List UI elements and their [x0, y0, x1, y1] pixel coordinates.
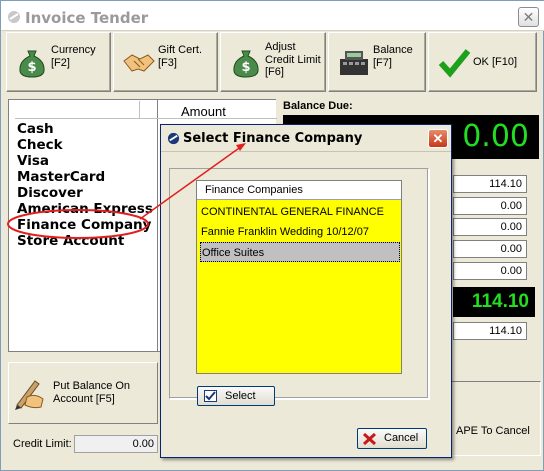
checkmark-icon [204, 390, 217, 402]
select-finance-company-dialog: Select Finance Company ✕ Finance Compani… [160, 124, 452, 458]
app-icon [8, 11, 20, 23]
finance-companies-header: Finance Companies [197, 181, 401, 200]
cancel-button[interactable]: Cancel [357, 428, 427, 449]
currency-button[interactable]: $ Currency [F2] [6, 32, 111, 92]
credit-limit-value: 0.00 [74, 435, 158, 453]
subtotal-amount: 114.10 [453, 322, 527, 340]
svg-text:$: $ [241, 60, 250, 75]
tender-amount: 0.00 [453, 240, 527, 258]
list-item[interactable]: Discover [17, 185, 83, 201]
list-item[interactable]: Finance Company [17, 217, 151, 233]
tender-amount: 0.00 [453, 197, 527, 215]
adjust-credit-limit-label: Adjust Credit Limit [F6] [265, 41, 321, 78]
handshake-icon [123, 54, 155, 72]
balance-due-value: 0.00 [451, 117, 535, 157]
list-item[interactable]: Check [17, 137, 63, 153]
dialog-title-bar: Select Finance Company ✕ [161, 125, 451, 152]
title-bar: Invoice Tender ✕ [1, 1, 544, 31]
gift-cert-label: Gift Cert. [F3] [158, 44, 203, 69]
tender-amount: 0.00 [453, 218, 527, 236]
adjust-credit-limit-button[interactable]: $ Adjust Credit Limit [F6] [220, 32, 326, 92]
balance-label: Balance [F7] [373, 44, 413, 69]
tender-amount: 0.00 [453, 262, 527, 280]
dialog-close-button[interactable]: ✕ [428, 129, 448, 148]
app-icon [167, 132, 180, 145]
dialog-title: Select Finance Company [183, 131, 363, 146]
tender-type-list[interactable]: Cash Check Visa MasterCard Discover Amer… [8, 99, 158, 352]
list-item[interactable]: Cash [17, 121, 54, 137]
list-item[interactable]: CONTINENTAL GENERAL FINANCE [200, 202, 400, 222]
finance-companies-list[interactable]: Finance Companies CONTINENTAL GENERAL FI… [196, 180, 402, 374]
select-label: Select [225, 390, 256, 402]
list-item-selected[interactable]: Office Suites [200, 242, 400, 262]
window-close-button[interactable]: ✕ [518, 7, 539, 27]
currency-label: Currency [F2] [51, 44, 96, 69]
money-bag-icon: $ [233, 50, 259, 78]
total-display: 114.10 [453, 287, 535, 317]
window-title: Invoice Tender [25, 9, 149, 27]
put-balance-label: Put Balance On Account [F5] [53, 380, 131, 405]
balance-button[interactable]: Balance [F7] [328, 32, 426, 92]
cash-register-icon [340, 51, 368, 75]
list-item[interactable]: MasterCard [17, 169, 105, 185]
gift-cert-button[interactable]: Gift Cert. [F3] [113, 32, 218, 92]
escape-to-cancel-text: APE To Cancel [456, 425, 530, 437]
put-balance-on-account-button[interactable]: Put Balance On Account [F5] [8, 362, 158, 424]
ok-button[interactable]: OK [F10] [428, 32, 537, 92]
money-bag-icon: $ [19, 50, 45, 78]
red-x-icon [363, 433, 376, 445]
ok-label: OK [F10] [473, 56, 518, 68]
cancel-label: Cancel [384, 432, 419, 444]
list-item[interactable]: Fannie Franklin Wedding 10/12/07 [200, 222, 400, 242]
list-item[interactable]: Visa [17, 153, 49, 169]
list-item[interactable]: Store Account [17, 233, 124, 249]
credit-limit-label: Credit Limit: [13, 438, 72, 450]
select-button[interactable]: Select [197, 386, 275, 406]
svg-text:$: $ [27, 60, 36, 75]
tender-amount: 114.10 [453, 175, 527, 193]
checkmark-icon [438, 49, 471, 78]
list-item[interactable]: American Express [17, 201, 153, 217]
balance-due-label: Balance Due: [283, 100, 353, 112]
signing-hand-icon [15, 380, 44, 410]
